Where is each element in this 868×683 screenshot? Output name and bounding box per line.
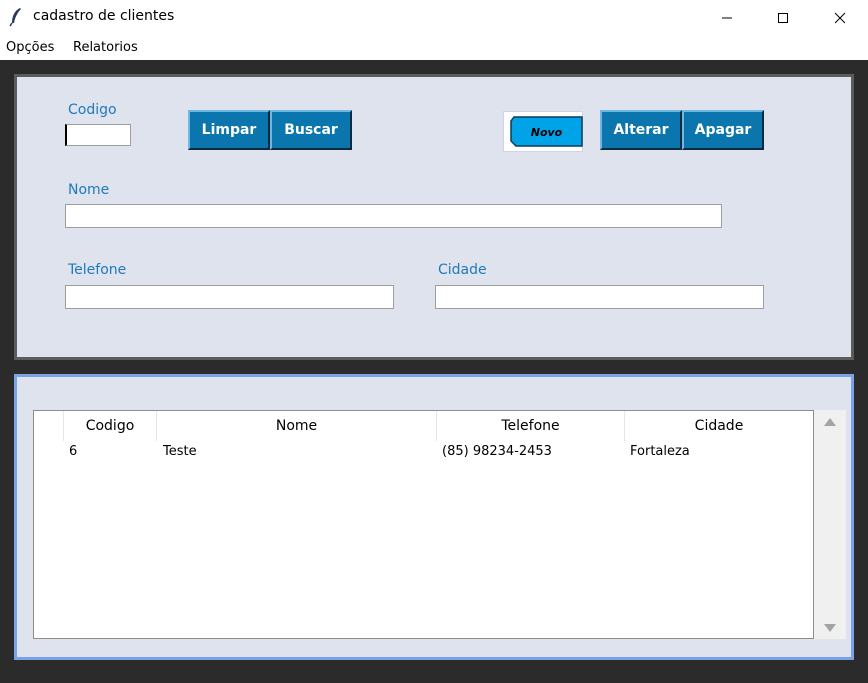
nome-label: Nome bbox=[68, 182, 110, 198]
novo-label: Novo bbox=[530, 125, 563, 139]
window-title: cadastro de clientes bbox=[33, 8, 175, 24]
minimize-icon bbox=[722, 17, 732, 19]
limpar-button[interactable]: Limpar bbox=[188, 110, 270, 150]
close-icon bbox=[834, 12, 846, 24]
menu-relatorios[interactable]: Relatorios bbox=[73, 40, 138, 55]
telefone-label: Telefone bbox=[68, 262, 127, 278]
menu-bar: Opções Relatorios bbox=[0, 36, 868, 60]
buscar-button[interactable]: Buscar bbox=[270, 110, 352, 150]
cell-codigo: 6 bbox=[69, 444, 78, 459]
novo-button[interactable]: Novo bbox=[510, 116, 583, 148]
form-frame: Codigo Limpar Buscar Novo Alterar Apagar… bbox=[14, 74, 854, 360]
apagar-button[interactable]: Apagar bbox=[682, 110, 764, 150]
maximize-icon bbox=[778, 13, 788, 23]
column-cidade[interactable]: Cidade bbox=[625, 411, 813, 441]
title-bar: cadastro de clientes bbox=[0, 0, 868, 36]
cell-nome: Teste bbox=[163, 444, 197, 459]
column-codigo[interactable]: Codigo bbox=[64, 411, 157, 441]
maximize-button[interactable] bbox=[756, 0, 810, 36]
cell-telefone: (85) 98234-2453 bbox=[442, 444, 552, 459]
column-telefone[interactable]: Telefone bbox=[437, 411, 625, 441]
app-window: cadastro de clientes Opções Relatorios C… bbox=[0, 0, 868, 683]
column-nome[interactable]: Nome bbox=[157, 411, 437, 441]
menu-opcoes[interactable]: Opções bbox=[6, 40, 54, 55]
alterar-button[interactable]: Alterar bbox=[600, 110, 682, 150]
list-frame: Codigo Nome Telefone Cidade 6 Teste (85)… bbox=[14, 374, 854, 660]
column-tree bbox=[34, 411, 64, 441]
codigo-input[interactable] bbox=[65, 124, 131, 146]
close-button[interactable] bbox=[813, 0, 867, 36]
telefone-input[interactable] bbox=[65, 285, 394, 309]
feather-icon bbox=[9, 8, 21, 27]
cidade-input[interactable] bbox=[435, 285, 764, 309]
vertical-scrollbar[interactable] bbox=[814, 410, 846, 639]
scroll-up-icon[interactable] bbox=[824, 418, 836, 426]
novo-button-container: Novo bbox=[503, 111, 583, 152]
clients-table[interactable]: Codigo Nome Telefone Cidade 6 Teste (85)… bbox=[33, 410, 814, 639]
table-header: Codigo Nome Telefone Cidade bbox=[34, 411, 813, 441]
codigo-label: Codigo bbox=[68, 102, 117, 118]
nome-input[interactable] bbox=[65, 204, 722, 228]
table-row[interactable]: 6 Teste (85) 98234-2453 Fortaleza bbox=[34, 443, 813, 463]
cidade-label: Cidade bbox=[438, 262, 487, 278]
cell-cidade: Fortaleza bbox=[630, 444, 690, 459]
minimize-button[interactable] bbox=[700, 0, 754, 36]
scroll-down-icon[interactable] bbox=[824, 624, 836, 632]
